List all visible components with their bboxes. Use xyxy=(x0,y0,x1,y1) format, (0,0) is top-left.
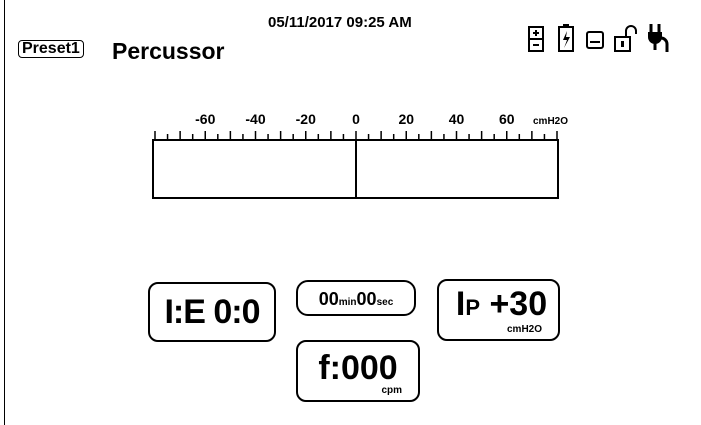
timer-minutes: 00 xyxy=(318,289,339,309)
gauge-tick-label: 60 xyxy=(499,111,515,127)
power-plug-icon xyxy=(648,24,669,52)
timer-panel[interactable]: 00min00sec xyxy=(296,280,416,316)
gauge-tick-label: 20 xyxy=(398,111,414,127)
ip-value: +30 xyxy=(489,285,548,323)
ip-subscript: P xyxy=(465,295,480,320)
ie-ratio-panel[interactable]: I:E 0:0 xyxy=(148,282,276,342)
timer-value: 00min00sec xyxy=(298,288,414,314)
preset-badge[interactable]: Preset1 xyxy=(18,40,84,58)
battery-charging-icon xyxy=(558,24,574,52)
unlock-icon xyxy=(614,25,637,52)
save-icon xyxy=(586,31,604,49)
gauge-tick-label: 0 xyxy=(352,111,360,127)
timer-seconds: 00 xyxy=(356,289,377,309)
battery-full-icon xyxy=(528,26,544,52)
frequency-unit: cpm xyxy=(381,385,402,396)
ip-prefix: I xyxy=(455,285,466,323)
timer-minutes-unit: min xyxy=(338,297,357,308)
ip-value-line: IP +30 xyxy=(445,284,558,328)
gauge-ticks xyxy=(154,131,558,139)
inspiratory-pressure-panel[interactable]: IP +30 cmH2O xyxy=(437,279,560,341)
gauge-tick-label: -40 xyxy=(245,111,265,127)
datetime: 05/11/2017 09:25 AM xyxy=(268,14,412,31)
mode-title: Percussor xyxy=(112,38,225,64)
gauge-unit: cmH2O xyxy=(533,116,568,127)
frequency-value: f:000 xyxy=(318,349,398,387)
pressure-gauge: -60 -40 -20 0 20 40 60 cmH2O xyxy=(152,111,568,199)
gauge-tick-label: 40 xyxy=(449,111,465,127)
status-icons xyxy=(528,24,669,52)
gauge-tick-label: -20 xyxy=(296,111,316,127)
timer-seconds-unit: sec xyxy=(376,297,394,308)
frequency-panel[interactable]: f:000 cpm xyxy=(296,340,420,402)
ie-ratio-value: I:E 0:0 xyxy=(164,293,260,331)
gauge-tick-labels: -60 -40 -20 0 20 40 60 xyxy=(195,111,515,127)
gauge-tick-label: -60 xyxy=(195,111,215,127)
ip-unit: cmH2O xyxy=(506,324,542,335)
